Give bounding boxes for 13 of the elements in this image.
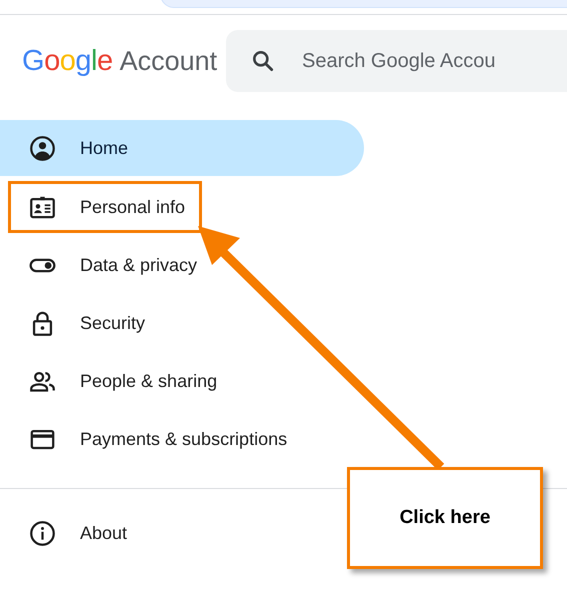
search-field[interactable]: Search Google Accou [226, 30, 567, 92]
product-name: Account [120, 46, 218, 76]
nav-item[interactable]: Payments & subscriptions [0, 410, 298, 468]
nav-item[interactable]: Home [0, 120, 364, 176]
nav-item[interactable]: Personal info [5, 178, 205, 236]
info-icon [29, 520, 56, 546]
google-logo: Google [22, 44, 113, 78]
nav-item[interactable]: Security [0, 294, 156, 352]
nav-item[interactable]: Data & privacy [0, 236, 208, 294]
callout-text: Click here [400, 507, 490, 529]
account-circle-icon [29, 134, 56, 162]
nav-item[interactable]: About [0, 504, 138, 562]
nav-item[interactable]: People & sharing [0, 352, 228, 410]
